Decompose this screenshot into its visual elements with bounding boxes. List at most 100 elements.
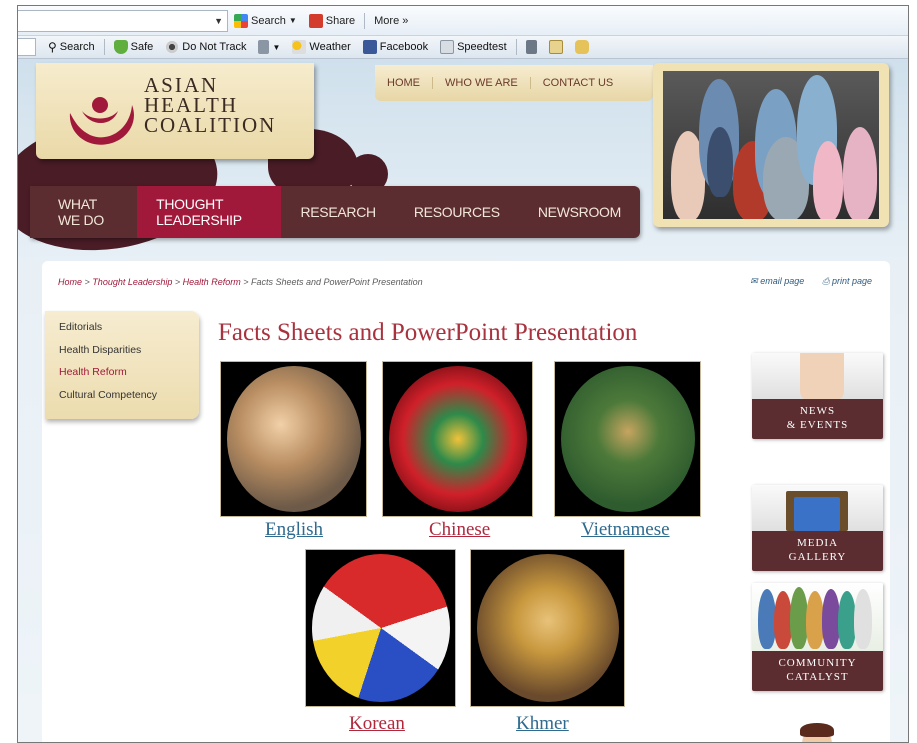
do-not-track-button[interactable]: Do Not Track [159, 40, 252, 54]
speedtest-button[interactable]: Speedtest [434, 40, 513, 54]
news-events-image [752, 353, 883, 399]
trash-icon [258, 40, 270, 54]
sidebar-item-health-disparities[interactable]: Health Disparities [59, 344, 199, 367]
tile-label-line: CATALYST [786, 671, 849, 683]
nav-contact-us-link[interactable]: CONTACT US [531, 77, 626, 89]
email-page-label: email page [760, 276, 805, 286]
share-button[interactable]: Share [303, 13, 361, 28]
toolbar-item-label: Do Not Track [182, 41, 247, 53]
tile-label-line: COMMUNITY [778, 657, 857, 669]
print-page-link[interactable]: ⎙ print page [822, 276, 872, 287]
breadcrumb-separator: > [174, 277, 181, 287]
calculator-button[interactable] [520, 40, 543, 54]
breadcrumb-link-home[interactable]: Home [58, 277, 82, 287]
toolbar-divider [515, 39, 517, 55]
family-photo-image [663, 71, 879, 219]
korean-image-link[interactable] [305, 549, 456, 707]
sidebar-item-health-reform[interactable]: Health Reform [59, 366, 199, 389]
next-sidebar-tile[interactable] [752, 721, 883, 742]
logo-line: COALITION [144, 113, 277, 137]
more-button[interactable]: More » [368, 15, 414, 27]
english-image-link[interactable] [220, 361, 367, 517]
utility-nav: HOME WHO WE ARE CONTACT US [375, 65, 653, 101]
english-link[interactable]: English [265, 519, 323, 541]
browser-toolbar-addons: ⚲ Search Safe Do Not Track ▼ Weather Fac… [18, 36, 908, 59]
sidebar-item-editorials[interactable]: Editorials [59, 321, 199, 344]
media-gallery-tile[interactable]: MEDIA GALLERY [752, 485, 883, 571]
chinese-image-link[interactable] [382, 361, 533, 517]
email-page-link[interactable]: ✉ email page [750, 276, 804, 287]
print-page-label: print page [831, 276, 872, 286]
share-icon [308, 13, 323, 28]
english-photo [227, 366, 361, 512]
breadcrumb-separator: > [84, 277, 90, 287]
nav-who-we-are-link[interactable]: WHO WE ARE [433, 77, 531, 89]
shield-icon [113, 40, 128, 54]
korean-photo [312, 554, 450, 702]
logo-emblem-icon [69, 97, 134, 145]
camera-icon [574, 40, 589, 54]
toolbar-item-label: Search [59, 41, 95, 53]
speedometer-icon [440, 40, 455, 54]
envelope-icon: ✉ [750, 276, 758, 286]
tile-label-line: NEWS [799, 405, 836, 417]
tile-label-line: GALLERY [788, 551, 847, 563]
breadcrumb-current: Facts Sheets and PowerPoint Presentation [251, 277, 423, 287]
header-family-photo [653, 63, 889, 227]
toolbar-search-box[interactable] [18, 38, 36, 56]
address-bar[interactable]: ▼ [18, 9, 228, 32]
tile-label-line: & EVENTS [786, 419, 849, 431]
logo-wordmark: ASIAN HEALTH COALITION [144, 75, 277, 137]
nav-what-we-do[interactable]: WHAT WE DO [30, 186, 137, 238]
toolbar-item-label: Facebook [379, 41, 429, 53]
nav-home-link[interactable]: HOME [375, 77, 433, 89]
korean-link[interactable]: Korean [349, 713, 405, 735]
toolbar-item-label: Safe [130, 41, 154, 53]
news-events-tile[interactable]: NEWS & EVENTS [752, 353, 883, 439]
chevron-down-icon[interactable]: ▼ [272, 43, 280, 52]
google-search-button[interactable]: Search ▼ [228, 13, 303, 28]
site-logo[interactable]: ASIAN HEALTH COALITION [36, 63, 314, 159]
breadcrumb-separator: > [243, 277, 249, 287]
khmer-image-link[interactable] [470, 549, 625, 707]
toolbar-search-button[interactable]: ⚲ Search [42, 40, 101, 54]
browser-toolbar-top: ▼ Search ▼ Share More » [18, 6, 908, 36]
nav-research[interactable]: RESEARCH [281, 186, 394, 238]
nav-newsroom[interactable]: NEWSROOM [519, 186, 640, 238]
toolbar-item-label: Speedtest [457, 41, 507, 53]
trash-button[interactable]: ▼ [252, 40, 286, 54]
safe-button[interactable]: Safe [108, 40, 160, 54]
community-catalyst-label: COMMUNITY CATALYST [752, 651, 883, 691]
community-catalyst-tile[interactable]: COMMUNITY CATALYST [752, 583, 883, 691]
logo-line: HEALTH [144, 93, 239, 117]
breadcrumb-link-thought-leadership[interactable]: Thought Leadership [92, 277, 172, 287]
printer-icon: ⎙ [822, 276, 830, 286]
tile-label-line: MEDIA [796, 537, 839, 549]
page-tools: ✉ email page ⎙ print page [750, 276, 872, 287]
section-sidebar: Editorials Health Disparities Health Ref… [45, 311, 199, 419]
nav-resources[interactable]: RESOURCES [395, 186, 519, 238]
sidebar-item-cultural-competency[interactable]: Cultural Competency [59, 389, 199, 412]
vietnamese-image-link[interactable] [554, 361, 701, 517]
webpage: ASIAN HEALTH COALITION HOME WHO WE ARE C… [18, 59, 908, 742]
media-gallery-image [752, 485, 883, 531]
breadcrumb-link-health-reform[interactable]: Health Reform [183, 277, 241, 287]
nav-thought-leadership[interactable]: THOUGHT LEADERSHIP [137, 186, 282, 238]
chinese-link[interactable]: Chinese [429, 519, 490, 541]
vietnamese-link[interactable]: Vietnamese [581, 519, 670, 541]
notepad-button[interactable] [543, 40, 569, 54]
chevron-down-icon[interactable]: ▼ [289, 16, 297, 25]
khmer-link[interactable]: Khmer [516, 713, 569, 735]
more-label: More » [374, 14, 409, 27]
eye-icon [165, 40, 180, 54]
search-icon: ⚲ [48, 40, 57, 54]
calculator-icon [525, 40, 537, 54]
chevron-down-icon[interactable]: ▼ [214, 16, 223, 26]
news-events-label: NEWS & EVENTS [752, 399, 883, 439]
google-icon [234, 13, 248, 28]
weather-button[interactable]: Weather [286, 40, 356, 54]
facebook-button[interactable]: Facebook [357, 40, 434, 54]
browser-frame: ▼ Search ▼ Share More » ⚲ Search Safe Do… [17, 5, 909, 743]
screenshot-button[interactable] [569, 40, 595, 54]
toolbar-divider [103, 39, 105, 55]
